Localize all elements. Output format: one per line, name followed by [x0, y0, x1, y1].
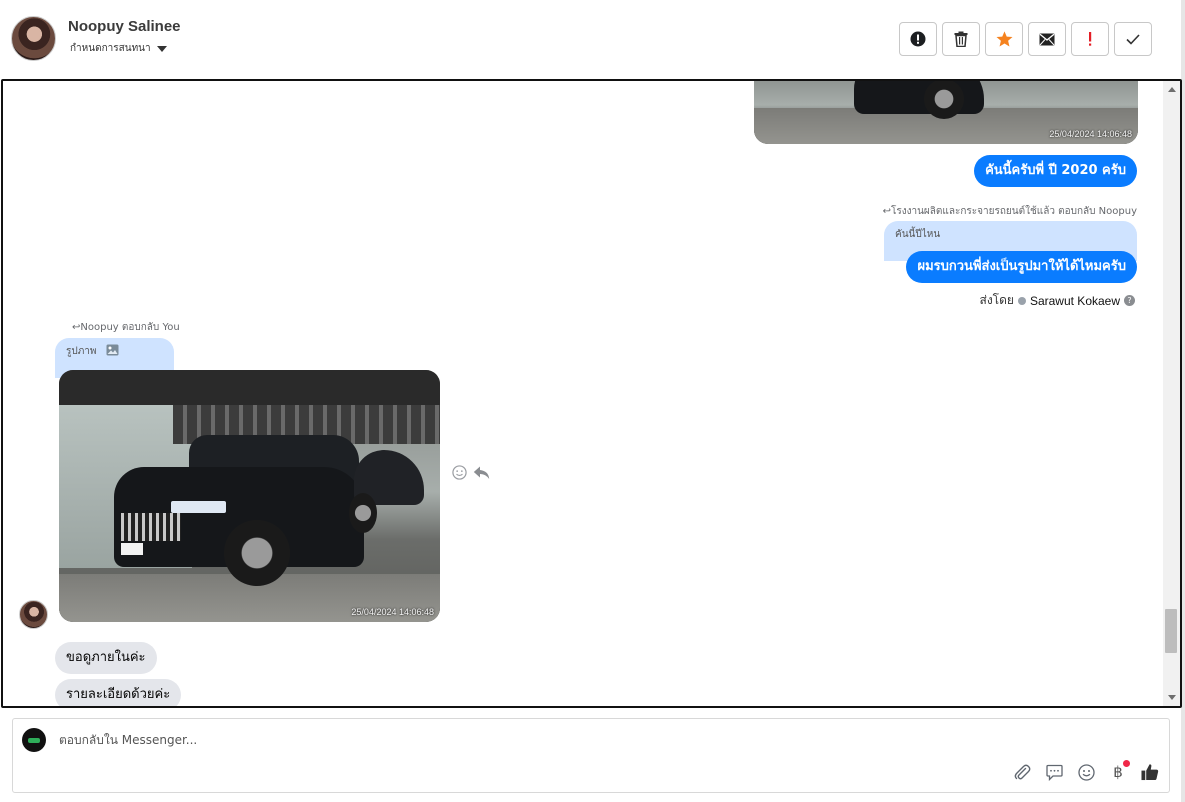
thumbs-up-icon — [1141, 764, 1159, 781]
delete-button[interactable] — [942, 22, 980, 56]
reply-input[interactable] — [57, 730, 657, 750]
like-button[interactable] — [1141, 763, 1159, 781]
reply-icon: ↩ — [882, 206, 891, 217]
scroll-down-arrow[interactable] — [1168, 695, 1176, 700]
caret-down-icon — [156, 45, 167, 52]
star-button[interactable] — [985, 22, 1023, 56]
reply-meta: ↩โรงงานผลิตและกระจายรถยนต์ใช้แล้ว ตอบกลั… — [882, 206, 1137, 217]
help-icon[interactable]: ? — [1124, 295, 1135, 306]
reply-meta: ↩Noopuy ตอบกลับ You — [72, 322, 180, 333]
outgoing-photo-message[interactable]: 25/04/2024 14:06:48 — [754, 81, 1138, 144]
mark-important-button[interactable] — [1071, 22, 1109, 56]
envelope-icon — [1039, 33, 1055, 45]
notification-dot — [1123, 760, 1130, 767]
emoji-button[interactable] — [1077, 763, 1095, 781]
comment-icon — [1045, 764, 1063, 781]
agent-status-icon — [1017, 296, 1026, 305]
paperclip-icon — [1014, 764, 1030, 779]
reply-icon[interactable] — [473, 466, 490, 480]
composer-tools: ฿ — [1013, 760, 1159, 781]
message-actions — [452, 465, 490, 480]
mark-done-button[interactable] — [1114, 22, 1152, 56]
outgoing-message[interactable]: คันนี้ครับพี่ ปี 2020 ครับ — [974, 155, 1137, 187]
trash-icon — [954, 31, 968, 47]
incoming-message[interactable]: ขอดูภายในค่ะ — [55, 642, 157, 674]
photo-timestamp: 25/04/2024 14:06:48 — [1049, 129, 1132, 139]
incoming-message[interactable]: รายละเอียดด้วยค่ะ — [55, 679, 182, 706]
outgoing-message[interactable]: ผมรบกวนพี่ส่งเป็นรูปมาให้ได้ไหมครับ — [906, 251, 1137, 283]
assign-label: กำหนดการสนทนา — [70, 43, 151, 54]
page-logo — [22, 728, 46, 752]
sender-avatar[interactable] — [19, 600, 48, 629]
mark-unread-button[interactable] — [1028, 22, 1066, 56]
baht-icon: ฿ — [1113, 763, 1123, 781]
smile-icon — [1077, 763, 1095, 781]
conversation-scrollbar[interactable] — [1163, 81, 1180, 706]
contact-name[interactable]: Noopuy Salinee — [68, 18, 181, 35]
star-icon — [996, 31, 1012, 47]
scroll-up-arrow[interactable] — [1168, 87, 1176, 92]
contact-avatar[interactable] — [11, 16, 56, 61]
conversation-panel[interactable]: 25/04/2024 14:06:48 คันนี้ครับพี่ ปี 202… — [1, 79, 1182, 708]
incoming-photo-message[interactable]: 25/04/2024 14:06:48 — [59, 370, 440, 622]
exclamation-icon — [1089, 32, 1092, 46]
scrollbar-thumb[interactable] — [1165, 609, 1177, 653]
smile-icon[interactable] — [452, 465, 467, 480]
mark-spam-button[interactable] — [899, 22, 937, 56]
sent-by-label: ส่งโดย Sarawut Kokaew ? — [980, 291, 1135, 310]
photo-timestamp: 25/04/2024 14:06:48 — [351, 607, 434, 617]
conversation-header: Noopuy Salinee กำหนดการสนทนา — [0, 0, 1185, 79]
agent-name[interactable]: Sarawut Kokaew — [1030, 294, 1120, 308]
check-icon — [1126, 33, 1140, 45]
payment-button[interactable]: ฿ — [1109, 760, 1130, 781]
header-toolbar — [899, 22, 1152, 56]
assign-conversation-dropdown[interactable]: กำหนดการสนทนา — [70, 41, 167, 56]
image-icon — [106, 344, 119, 356]
saved-replies-button[interactable] — [1045, 763, 1063, 781]
alert-circle-icon — [910, 31, 926, 47]
message-composer: ฿ — [12, 718, 1170, 793]
attach-button[interactable] — [1013, 763, 1031, 781]
